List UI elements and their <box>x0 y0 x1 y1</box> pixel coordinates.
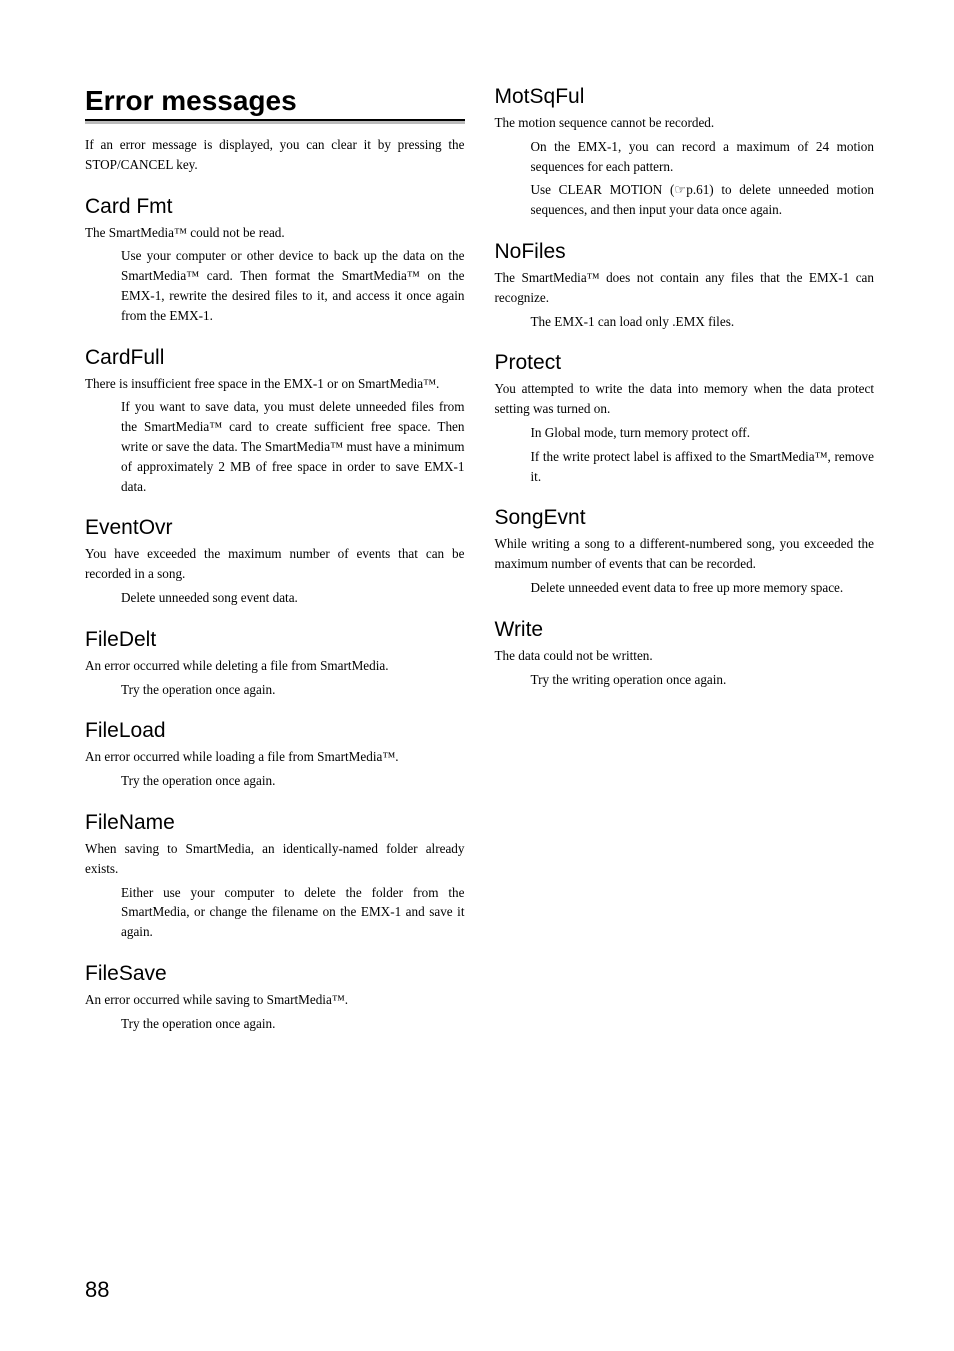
page-ref-icon: ☞ <box>674 182 686 197</box>
section-advice: Delete unneeded song event data. <box>85 588 465 608</box>
section-desc: When saving to SmartMedia, an identicall… <box>85 839 465 879</box>
section-desc: An error occurred while deleting a file … <box>85 656 465 676</box>
section-heading: FileLoad <box>85 719 465 743</box>
right-column: MotSqFul The motion sequence cannot be r… <box>495 85 875 1038</box>
section-heading: Card Fmt <box>85 195 465 219</box>
section-heading: SongEvnt <box>495 506 875 530</box>
section-advice: Try the operation once again. <box>85 680 465 700</box>
section-heading: Write <box>495 618 875 642</box>
section-advice: On the EMX-1, you can record a maximum o… <box>495 137 875 177</box>
intro-text: If an error message is displayed, you ca… <box>85 135 465 175</box>
section-advice: Try the writing operation once again. <box>495 670 875 690</box>
section-advice: Either use your computer to delete the f… <box>85 883 465 942</box>
section-desc: You attempted to write the data into mem… <box>495 379 875 419</box>
section-heading: CardFull <box>85 346 465 370</box>
section-desc: The SmartMedia™ does not contain any fil… <box>495 268 875 308</box>
left-column: Error messages If an error message is di… <box>85 85 465 1038</box>
section-desc: There is insufficient free space in the … <box>85 374 465 394</box>
section-heading: NoFiles <box>495 240 875 264</box>
section-heading: MotSqFul <box>495 85 875 109</box>
section-advice: Delete unneeded event data to free up mo… <box>495 578 875 598</box>
section-advice: If you want to save data, you must delet… <box>85 397 465 496</box>
section-advice: Try the operation once again. <box>85 1014 465 1034</box>
section-advice: The EMX-1 can load only .EMX files. <box>495 312 875 332</box>
page-number: 88 <box>85 1277 109 1303</box>
page-title: Error messages <box>85 85 465 121</box>
section-advice: Use CLEAR MOTION (☞p.61) to delete unnee… <box>495 180 875 220</box>
section-heading: FileSave <box>85 962 465 986</box>
section-advice: Use your computer or other device to bac… <box>85 246 465 325</box>
section-desc: The motion sequence cannot be recorded. <box>495 113 875 133</box>
section-heading: EventOvr <box>85 516 465 540</box>
section-desc: An error occurred while saving to SmartM… <box>85 990 465 1010</box>
section-heading: FileDelt <box>85 628 465 652</box>
section-advice: If the write protect label is affixed to… <box>495 447 875 487</box>
section-advice: Try the operation once again. <box>85 771 465 791</box>
section-advice: In Global mode, turn memory protect off. <box>495 423 875 443</box>
section-desc: An error occurred while loading a file f… <box>85 747 465 767</box>
section-desc: While writing a song to a different-numb… <box>495 534 875 574</box>
text-fragment: Use CLEAR MOTION ( <box>531 182 675 197</box>
section-desc: You have exceeded the maximum number of … <box>85 544 465 584</box>
section-desc: The SmartMedia™ could not be read. <box>85 223 465 243</box>
section-heading: Protect <box>495 351 875 375</box>
section-heading: FileName <box>85 811 465 835</box>
section-desc: The data could not be written. <box>495 646 875 666</box>
